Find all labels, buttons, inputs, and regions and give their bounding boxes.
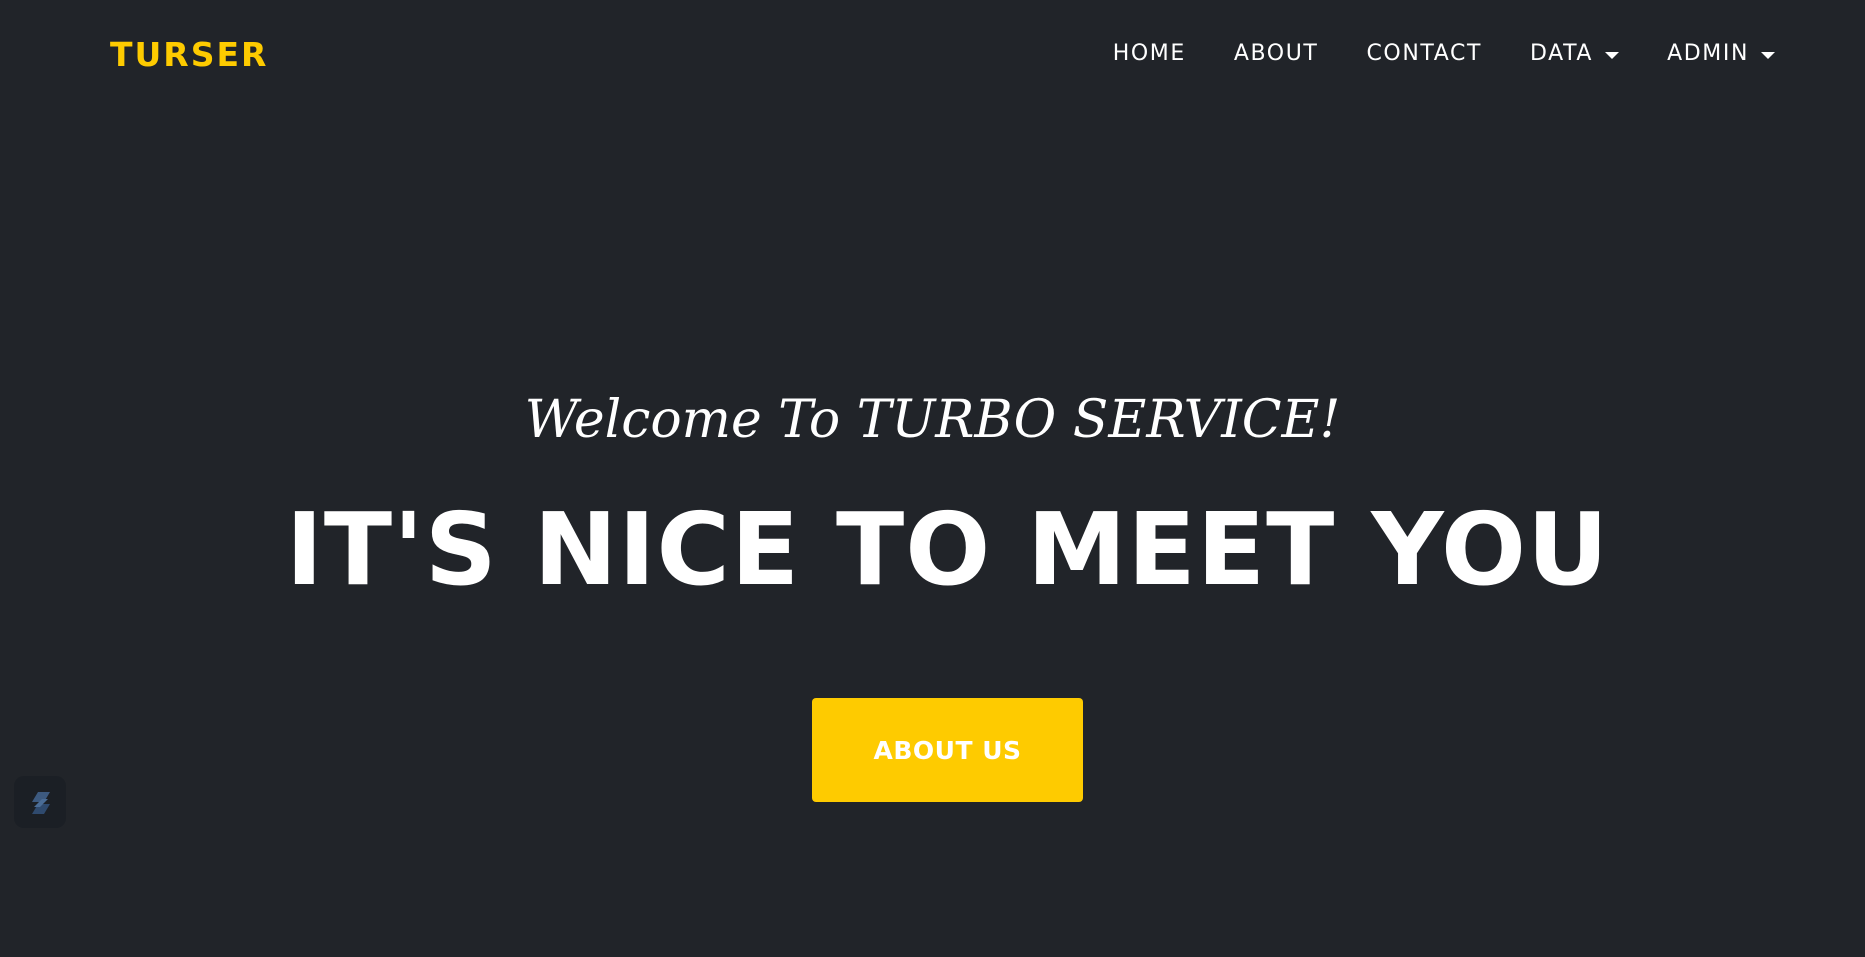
- nav-item-label: CONTACT: [1366, 41, 1482, 66]
- floating-widget-button[interactable]: [14, 776, 66, 828]
- caret-down-icon: [1605, 51, 1620, 59]
- nav-item-about[interactable]: ABOUT: [1234, 34, 1319, 74]
- navbar: TURSER HOME ABOUT CONTACT DATA ADMIN: [0, 0, 1865, 110]
- nav-item-data-dropdown[interactable]: DATA: [1530, 34, 1620, 74]
- hero-subheading: Welcome To TURBO SERVICE!: [524, 390, 1341, 450]
- caret-down-icon: [1761, 51, 1775, 59]
- nav-item-home[interactable]: HOME: [1113, 34, 1186, 74]
- hero-heading: IT'S NICE TO MEET YOU: [285, 491, 1610, 608]
- page: Welcome To TURBO SERVICE! IT'S NICE TO M…: [0, 0, 1865, 957]
- nav-item-label: DATA: [1530, 41, 1594, 66]
- nav-item-label: HOME: [1112, 41, 1186, 66]
- about-us-button[interactable]: ABOUT US: [812, 698, 1083, 802]
- nav-item-contact[interactable]: CONTACT: [1366, 34, 1482, 74]
- stacked-bars-icon: [32, 792, 50, 814]
- nav-menu: HOME ABOUT CONTACT DATA ADMIN: [1113, 34, 1775, 74]
- hero-section: Welcome To TURBO SERVICE! IT'S NICE TO M…: [0, 0, 1865, 957]
- nav-item-admin-dropdown[interactable]: ADMIN: [1667, 34, 1775, 74]
- nav-item-label: ADMIN: [1667, 41, 1749, 66]
- brand-logo[interactable]: TURSER: [110, 32, 268, 78]
- nav-item-label: ABOUT: [1233, 41, 1319, 66]
